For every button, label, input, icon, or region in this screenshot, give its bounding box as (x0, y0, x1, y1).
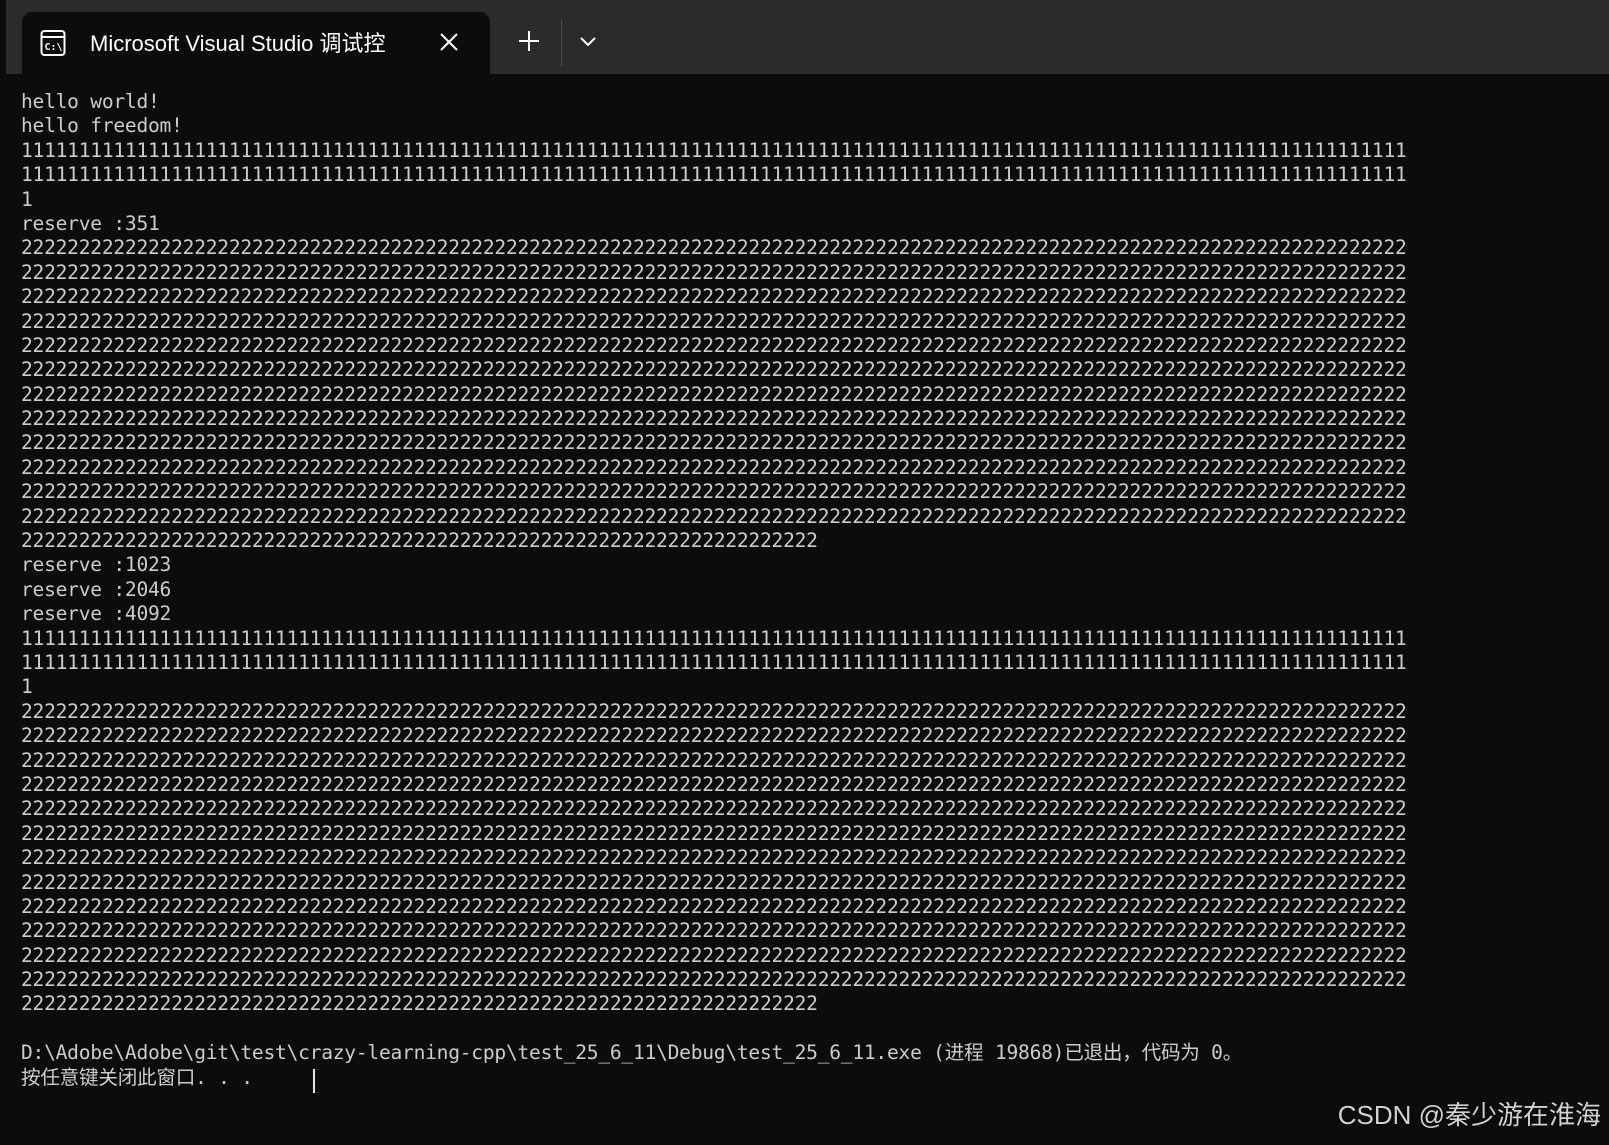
terminal-line: 1111111111111111111111111111111111111111… (21, 626, 1407, 650)
plus-icon[interactable] (514, 26, 544, 56)
console-icon: C:\ (40, 30, 66, 56)
terminal-line: 2222222222222222222222222222222222222222… (21, 455, 1407, 479)
terminal-line: reserve :4092 (21, 602, 172, 626)
terminal-line: 2222222222222222222222222222222222222222… (21, 943, 1407, 967)
terminal-line: 2222222222222222222222222222222222222222… (21, 821, 1407, 845)
terminal-line: 2222222222222222222222222222222222222222… (21, 309, 1407, 333)
terminal-line: 2222222222222222222222222222222222222222… (21, 407, 1407, 431)
terminal-line: 2222222222222222222222222222222222222222… (21, 382, 1407, 406)
terminal-line: 2222222222222222222222222222222222222222… (21, 699, 1407, 723)
terminal-line: 2222222222222222222222222222222222222222… (21, 968, 1407, 992)
title-bar: C:\ Microsoft Visual Studio 调试控 (6, 0, 1609, 74)
chevron-down-icon[interactable] (573, 26, 603, 56)
terminal-window: C:\ Microsoft Visual Studio 调试控 hello wo… (6, 0, 1609, 1145)
terminal-line: 2222222222222222222222222222222222222222… (21, 870, 1407, 894)
terminal-line: 2222222222222222222222222222222222222222… (21, 333, 1407, 357)
terminal-line: 2222222222222222222222222222222222222222… (21, 431, 1407, 455)
terminal-line: 按任意键关闭此窗口. . . (21, 1065, 253, 1089)
terminal-line: 2222222222222222222222222222222222222222… (21, 358, 1407, 382)
terminal-line: hello freedom! (21, 114, 183, 138)
terminal-pane[interactable]: hello world! hello freedom! 11111111111111… (6, 74, 1609, 1145)
terminal-line: 2222222222222222222222222222222222222222… (21, 797, 1407, 821)
terminal-line: 2222222222222222222222222222222222222222… (21, 894, 1407, 918)
terminal-line: reserve :2046 (21, 577, 172, 601)
terminal-line: 2222222222222222222222222222222222222222… (21, 748, 1407, 772)
terminal-line: 2222222222222222222222222222222222222222… (21, 236, 1407, 260)
terminal-line: 1111111111111111111111111111111111111111… (21, 138, 1407, 162)
tab-title: Microsoft Visual Studio 调试控 (90, 31, 386, 56)
terminal-line: 2222222222222222222222222222222222222222… (21, 919, 1407, 943)
close-icon[interactable] (436, 29, 462, 55)
watermark: CSDN @秦少游在淮海 (1337, 1100, 1601, 1130)
terminal-line: 2222222222222222222222222222222222222222… (21, 529, 818, 553)
terminal-line: 2222222222222222222222222222222222222222… (21, 724, 1407, 748)
terminal-line: D:\Adobe\Adobe\git\test\crazy-learning-c… (21, 1041, 1243, 1065)
terminal-line: 2222222222222222222222222222222222222222… (21, 260, 1407, 284)
terminal-line: 1111111111111111111111111111111111111111… (21, 163, 1407, 187)
terminal-line: 2222222222222222222222222222222222222222… (21, 504, 1407, 528)
active-tab[interactable]: C:\ Microsoft Visual Studio 调试控 (22, 12, 490, 74)
terminal-line: 1 (21, 675, 33, 699)
terminal-output: hello world! hello freedom! 11111111111111… (21, 90, 1607, 1100)
terminal-line: 2222222222222222222222222222222222222222… (21, 772, 1407, 796)
terminal-line: 2222222222222222222222222222222222222222… (21, 285, 1407, 309)
text-cursor (313, 1069, 315, 1093)
terminal-line: hello world! (21, 90, 160, 113)
tab-divider (561, 20, 562, 66)
terminal-line: 2222222222222222222222222222222222222222… (21, 846, 1407, 870)
svg-text:C:\: C:\ (45, 42, 63, 53)
terminal-line: 2222222222222222222222222222222222222222… (21, 480, 1407, 504)
terminal-line: 1111111111111111111111111111111111111111… (21, 650, 1407, 674)
terminal-line: 1 (21, 187, 33, 211)
terminal-line: 2222222222222222222222222222222222222222… (21, 992, 818, 1016)
terminal-line: reserve :1023 (21, 553, 172, 577)
terminal-line: reserve :351 (21, 211, 160, 235)
